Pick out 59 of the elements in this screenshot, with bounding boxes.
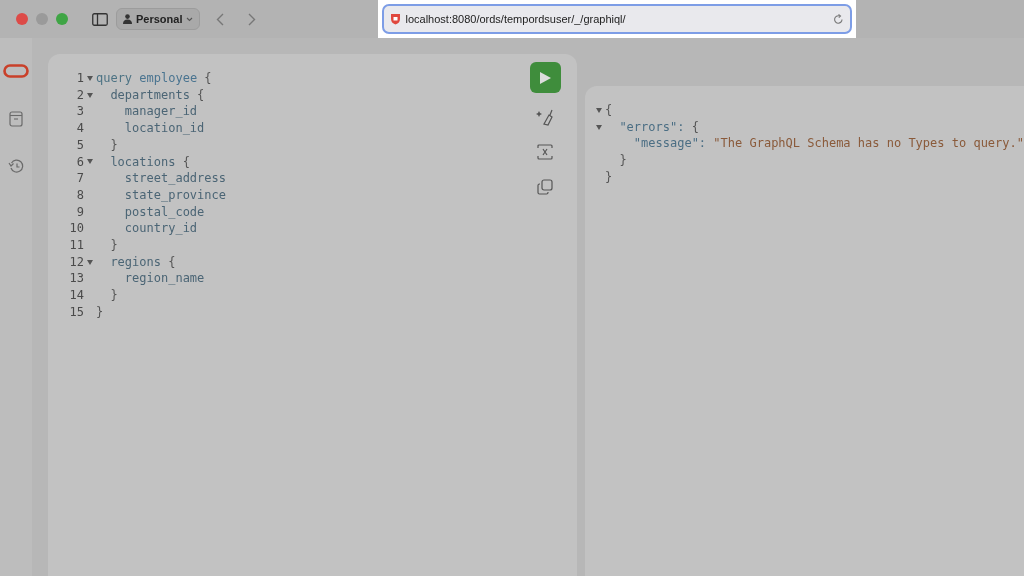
line-number: 15 bbox=[68, 303, 84, 321]
code-line: locations { bbox=[110, 153, 190, 171]
fold-arrow-icon[interactable] bbox=[86, 159, 93, 165]
line-number: 3 bbox=[75, 103, 84, 121]
code-line: } bbox=[110, 237, 118, 254]
line-number: 6 bbox=[75, 153, 84, 171]
line-number: 5 bbox=[75, 136, 84, 154]
line-number: 7 bbox=[75, 170, 84, 187]
line-number: 1 bbox=[75, 70, 84, 87]
code-line: } bbox=[95, 303, 104, 321]
reload-icon[interactable] bbox=[833, 13, 845, 25]
line-number: 8 bbox=[75, 186, 84, 204]
close-window-button[interactable] bbox=[16, 13, 28, 25]
fold-arrow-icon[interactable] bbox=[86, 259, 93, 265]
code-line: postal_code bbox=[124, 203, 205, 221]
line-number: 12 bbox=[68, 253, 84, 271]
copy-icon bbox=[537, 179, 554, 196]
logo-icon[interactable] bbox=[2, 63, 29, 78]
line-number: 9 bbox=[75, 203, 84, 221]
fold-arrow-icon[interactable] bbox=[595, 124, 602, 130]
code-line: location_id bbox=[124, 120, 205, 137]
fold-arrow-icon[interactable] bbox=[86, 92, 93, 98]
fold-arrow-icon[interactable] bbox=[86, 75, 93, 81]
magic-broom-icon bbox=[536, 108, 555, 127]
code-line: departments { bbox=[110, 86, 205, 104]
line-number: 10 bbox=[68, 220, 84, 238]
json-line: "errors": { bbox=[619, 118, 699, 136]
profile-button[interactable]: Personal bbox=[116, 7, 201, 31]
shield-icon bbox=[390, 13, 402, 25]
history-icon[interactable] bbox=[7, 159, 24, 175]
fold-arrow-icon[interactable] bbox=[595, 107, 602, 113]
person-icon bbox=[123, 14, 132, 24]
address-field[interactable]: localhost:8080/ords/tempordsuser/_/graphiql/ bbox=[382, 4, 853, 34]
line-number: 4 bbox=[75, 120, 84, 137]
code-line: } bbox=[110, 287, 118, 304]
line-number: 11 bbox=[68, 237, 84, 254]
line-number: 14 bbox=[68, 287, 84, 304]
line-number: 13 bbox=[68, 270, 84, 288]
play-icon bbox=[539, 71, 551, 84]
code-line: } bbox=[110, 136, 118, 154]
code-line: street_address bbox=[124, 170, 226, 187]
json-line: } bbox=[604, 168, 613, 186]
json-line: } bbox=[619, 152, 627, 169]
back-icon[interactable] bbox=[216, 12, 225, 26]
run-button[interactable] bbox=[529, 62, 561, 93]
code-line: manager_id bbox=[124, 103, 198, 121]
compress-icon bbox=[537, 144, 554, 161]
code-line: regions { bbox=[110, 253, 176, 271]
code-line: query employee { bbox=[95, 70, 212, 87]
line-number: 2 bbox=[75, 86, 84, 104]
code-line: state_province bbox=[124, 186, 226, 204]
sidebar-toggle-icon[interactable] bbox=[92, 12, 108, 26]
chevron-down-icon bbox=[186, 16, 194, 22]
json-line: { bbox=[604, 102, 613, 119]
code-line: country_id bbox=[124, 220, 198, 238]
book-icon[interactable] bbox=[8, 110, 23, 127]
forward-icon[interactable] bbox=[248, 12, 257, 26]
code-line: region_name bbox=[124, 270, 205, 288]
json-line: "message": "The GraphQL Schema has no Types to query." bbox=[633, 135, 1024, 153]
